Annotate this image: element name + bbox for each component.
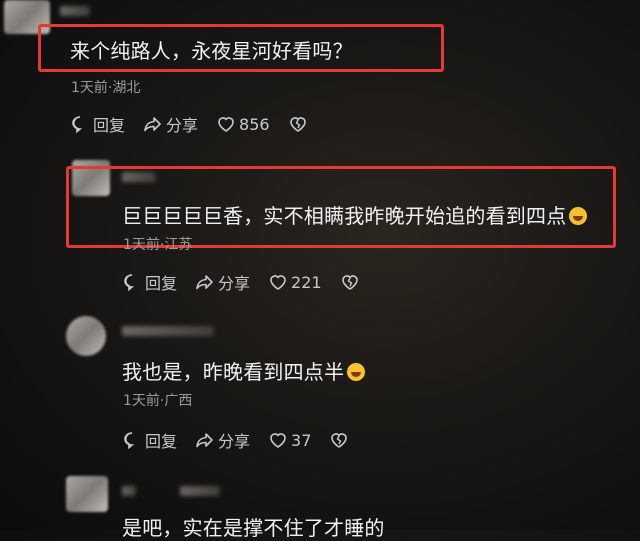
- share-icon: [196, 433, 213, 448]
- reply-label: 回复: [93, 116, 126, 135]
- comment-actions: 回复 分享 221: [122, 270, 381, 294]
- comment-text: 巨巨巨巨巨香，实不相瞒我昨晚开始追的看到四点: [122, 200, 588, 229]
- comment-text: 来个纯路人，永夜星河好看吗？: [70, 39, 353, 63]
- reply-button[interactable]: 回复: [122, 270, 177, 294]
- share-button[interactable]: 分享: [143, 112, 198, 136]
- share-label: 分享: [218, 274, 251, 293]
- comment-meta: 1天前·广西: [123, 393, 193, 409]
- heart-icon: [270, 433, 286, 448]
- share-icon: [196, 275, 213, 290]
- share-label: 分享: [166, 116, 199, 135]
- like-count: 37: [291, 430, 312, 450]
- broken-heart-icon: [341, 275, 358, 290]
- reply-label: 回复: [145, 432, 178, 451]
- reply-button[interactable]: 回复: [122, 428, 177, 452]
- broken-heart-icon: [289, 117, 306, 132]
- like-count: 221: [291, 272, 322, 292]
- dislike-button[interactable]: [288, 114, 311, 134]
- dislike-button[interactable]: [329, 430, 352, 450]
- username-blurred[interactable]: [122, 326, 214, 336]
- like-button[interactable]: 221: [268, 272, 322, 292]
- comment-actions: 回复 分享 856: [70, 112, 329, 136]
- broken-heart-icon: [331, 433, 348, 448]
- reply-label: 回复: [145, 274, 178, 293]
- comment-meta: 1天前·江苏: [123, 237, 193, 253]
- like-button[interactable]: 37: [268, 430, 311, 450]
- laughing-tears-emoji-icon: [569, 207, 588, 225]
- heart-icon: [218, 117, 234, 132]
- username-blurred[interactable]: [60, 6, 90, 16]
- share-button[interactable]: 分享: [195, 270, 250, 294]
- like-count: 856: [239, 114, 270, 134]
- dislike-button[interactable]: [340, 272, 363, 292]
- reply-icon: [72, 116, 83, 134]
- share-icon: [144, 117, 161, 132]
- reply-button[interactable]: 回复: [70, 112, 125, 136]
- reply-icon: [124, 432, 135, 450]
- comment-text: 我也是，昨晚看到四点半: [122, 356, 366, 385]
- avatar[interactable]: [66, 316, 106, 356]
- avatar[interactable]: [66, 476, 108, 512]
- reply-icon: [124, 274, 135, 292]
- comment-actions: 回复 分享 37: [122, 428, 370, 452]
- comment-text: 是吧，实在是撑不住了才睡的: [122, 516, 385, 540]
- share-label: 分享: [218, 432, 251, 451]
- comment-meta: 1天前·湖北: [71, 80, 141, 96]
- laughing-tears-emoji-icon: [347, 363, 366, 381]
- heart-icon: [270, 275, 286, 290]
- like-button[interactable]: 856: [216, 114, 270, 134]
- username-blurred[interactable]: [122, 486, 136, 496]
- username-blurred[interactable]: [180, 486, 220, 496]
- share-button[interactable]: 分享: [195, 428, 250, 452]
